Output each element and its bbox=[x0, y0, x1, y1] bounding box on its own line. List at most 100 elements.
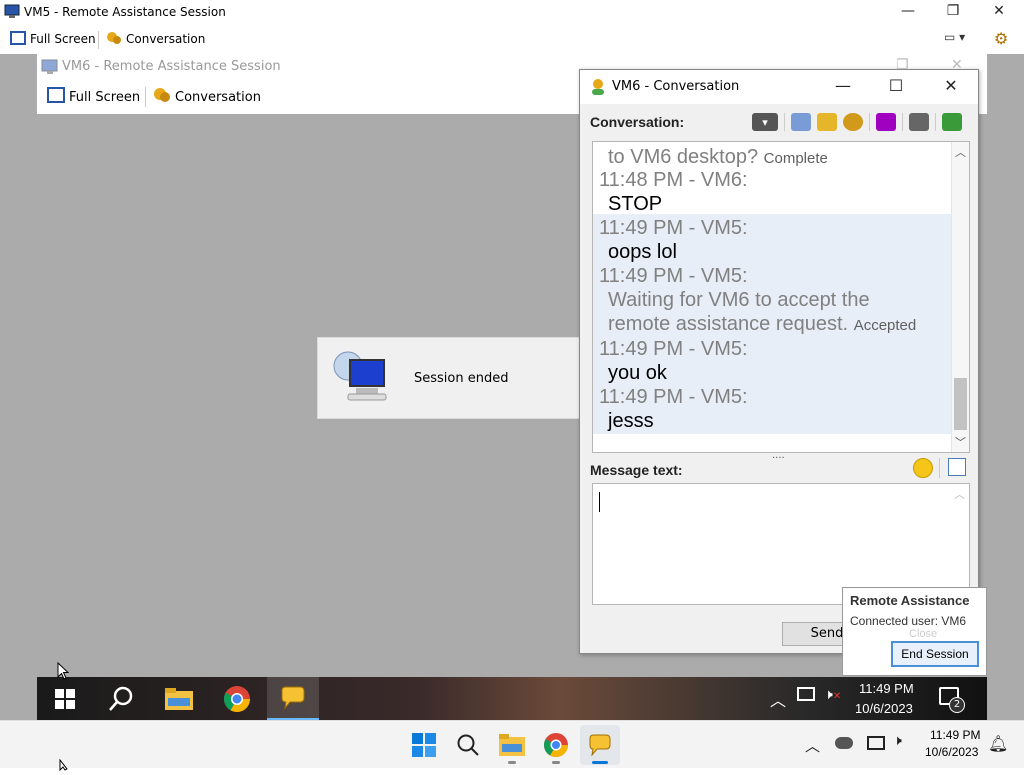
minimize-button[interactable]: — bbox=[885, 0, 931, 24]
maximize-button[interactable]: ❐ bbox=[930, 0, 976, 24]
tool-divider bbox=[902, 113, 903, 131]
conversation-label: Conversation bbox=[126, 32, 206, 46]
chat-header: 11:49 PM - VM5: bbox=[599, 386, 748, 408]
chat-header: 11:48 PM - VM6: bbox=[599, 169, 748, 191]
chrome-button[interactable] bbox=[536, 725, 576, 765]
tool-divider bbox=[935, 113, 936, 131]
scroll-up-icon[interactable]: ︿ bbox=[955, 144, 966, 160]
windows-icon bbox=[55, 688, 75, 709]
conversation-button[interactable]: Conversation bbox=[106, 29, 205, 49]
show-hidden-icons-icon[interactable]: ︿ bbox=[805, 735, 820, 756]
folder-icon bbox=[499, 734, 525, 756]
popup-title: Remote Assistance bbox=[850, 593, 970, 608]
outer-taskbar: ︿ 🕨 11:49 PM 10/6/2023 🔔︎ bbox=[0, 720, 1024, 768]
end-session-button[interactable]: End Session bbox=[891, 641, 979, 667]
tool-divider bbox=[784, 113, 785, 131]
scroll-down-icon[interactable]: ﹀ bbox=[955, 434, 966, 450]
chat-message: STOP bbox=[608, 193, 663, 215]
notification-bell-icon[interactable]: 🔔︎ bbox=[988, 734, 1008, 753]
chat-message: Waiting for VM6 to accept the bbox=[608, 289, 870, 311]
chat-message: to VM6 desktop? Complete bbox=[608, 146, 828, 168]
file-explorer-button[interactable] bbox=[492, 725, 532, 765]
remote-assistance-icon bbox=[41, 59, 59, 79]
outer-clock-time[interactable]: 11:49 PM bbox=[930, 728, 980, 742]
connected-user-text: Connected user: VM6 bbox=[850, 614, 967, 628]
full-screen-icon bbox=[10, 30, 26, 48]
volume-muted-icon[interactable]: 🕨✕ bbox=[824, 687, 841, 703]
volume-muted-icon[interactable]: 🕨 bbox=[893, 733, 902, 749]
users-icon[interactable] bbox=[909, 113, 929, 131]
remote-assistance-popup: Remote Assistance Connected user: VM6 Cl… bbox=[842, 587, 987, 676]
full-screen-label: Full Screen bbox=[69, 89, 141, 105]
exit-icon[interactable] bbox=[942, 113, 962, 131]
remote-assistance-taskbar-button[interactable] bbox=[580, 725, 620, 765]
conversation-title: VM6 - Conversation bbox=[612, 79, 740, 94]
edit-icon[interactable] bbox=[948, 458, 966, 476]
start-button[interactable] bbox=[404, 725, 444, 765]
chrome-icon bbox=[223, 685, 251, 712]
full-screen-label: Full Screen bbox=[30, 32, 96, 46]
screen-share-icon[interactable]: ▾ bbox=[752, 113, 778, 131]
settings-icon[interactable]: ⚙ bbox=[994, 29, 1014, 49]
chat-bubble-icon bbox=[589, 734, 611, 756]
onedrive-icon[interactable] bbox=[835, 737, 853, 749]
conversation-window: VM6 - Conversation — ☐ ✕ Conversation: ▾… bbox=[579, 69, 979, 654]
network-icon[interactable] bbox=[867, 736, 885, 750]
folder-icon bbox=[165, 687, 193, 710]
file-transfer-icon[interactable] bbox=[817, 113, 837, 131]
chrome-button[interactable] bbox=[211, 677, 263, 720]
chat-header: 11:49 PM - VM5: bbox=[599, 217, 748, 239]
toolbar-divider bbox=[145, 87, 146, 107]
full-screen-button[interactable]: Full Screen bbox=[47, 87, 140, 107]
remote-assistance-taskbar-button[interactable] bbox=[267, 677, 319, 720]
full-screen-button[interactable]: Full Screen bbox=[10, 29, 96, 49]
outer-titlebar: VM5 - Remote Assistance Session — ❐ ✕ bbox=[0, 0, 1024, 24]
remote-assistance-icon bbox=[4, 4, 20, 19]
notes-icon[interactable] bbox=[791, 113, 811, 131]
minimize-button[interactable]: — bbox=[820, 70, 866, 104]
outer-clock-date[interactable]: 10/6/2023 bbox=[925, 745, 978, 759]
toolbar-divider bbox=[98, 31, 99, 49]
close-button[interactable]: ✕ bbox=[976, 0, 1022, 24]
display-options-icon[interactable]: ▭ ▾ bbox=[944, 30, 980, 48]
chat-message: remote assistance request. Accepted bbox=[608, 313, 917, 335]
chat-scrollbar[interactable]: ︿ ﹀ bbox=[951, 142, 969, 452]
file-explorer-button[interactable] bbox=[153, 677, 205, 720]
chat-message: jesss bbox=[608, 410, 654, 432]
search-icon bbox=[109, 686, 133, 711]
conversation-toolbar: ▾ bbox=[752, 110, 962, 134]
remote-computer-icon bbox=[332, 350, 390, 410]
search-button[interactable] bbox=[95, 677, 147, 720]
show-hidden-icons-icon[interactable]: ︿ bbox=[770, 687, 786, 711]
network-icon[interactable] bbox=[797, 687, 815, 701]
session-status-text: Session ended bbox=[414, 371, 509, 386]
running-indicator bbox=[552, 761, 560, 764]
mouse-cursor-icon bbox=[57, 661, 70, 684]
search-button[interactable] bbox=[448, 725, 488, 765]
conversation-log[interactable]: to VM6 desktop? Complete 11:48 PM - VM6:… bbox=[592, 141, 970, 453]
scroll-thumb[interactable] bbox=[954, 378, 967, 430]
splitter-handle[interactable]: .... bbox=[772, 450, 785, 461]
inner-clock-date[interactable]: 10/6/2023 bbox=[855, 701, 913, 716]
emoticon-icon[interactable] bbox=[913, 458, 933, 478]
outer-toolbar: Full Screen Conversation ▭ ▾ ⚙ bbox=[0, 24, 1024, 54]
video-icon[interactable] bbox=[876, 113, 896, 131]
inner-clock-time[interactable]: 11:49 PM bbox=[859, 681, 914, 696]
close-button[interactable]: ✕ bbox=[928, 70, 974, 104]
tool-divider bbox=[939, 458, 940, 478]
text-cursor bbox=[599, 492, 600, 512]
settings-icon[interactable] bbox=[843, 113, 863, 131]
user-icon bbox=[590, 78, 606, 100]
outer-window-title: VM5 - Remote Assistance Session bbox=[24, 5, 226, 19]
chrome-icon bbox=[544, 733, 568, 758]
notification-count-badge: 2 bbox=[949, 697, 965, 713]
maximize-button[interactable]: ☐ bbox=[873, 70, 919, 104]
conversation-label: Conversation: bbox=[590, 114, 685, 130]
chat-message: oops lol bbox=[608, 241, 677, 263]
inner-taskbar: ︿ 🕨✕ 11:49 PM 10/6/2023 2 bbox=[37, 677, 987, 720]
inner-window-title: VM6 - Remote Assistance Session bbox=[62, 59, 281, 74]
scroll-up-icon[interactable]: ︿ bbox=[954, 486, 965, 502]
conversation-button[interactable]: Conversation bbox=[153, 87, 261, 107]
chat-header: 11:49 PM - VM5: bbox=[599, 338, 748, 360]
conversation-label: Conversation bbox=[175, 89, 261, 105]
